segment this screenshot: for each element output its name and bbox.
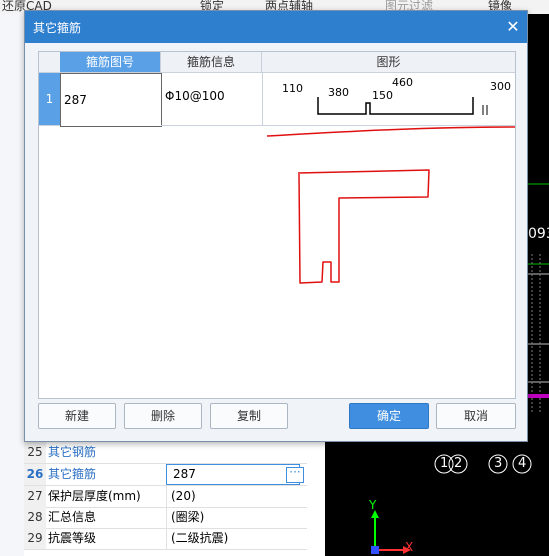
row-number: 26: [24, 464, 46, 485]
property-value[interactable]: (二级抗震): [166, 528, 311, 549]
row-number: 29: [24, 528, 46, 549]
cad-canvas-bottom[interactable]: 2100093 1 2 3 4 Y X: [325, 440, 549, 556]
cancel-button[interactable]: 取消: [436, 403, 516, 429]
row-number: 25: [24, 442, 46, 463]
property-row[interactable]: 25 其它钢筋: [24, 442, 307, 464]
axis-label-3: 3: [494, 456, 503, 471]
left-panel-strip: [0, 14, 25, 556]
row-number: 27: [24, 486, 46, 507]
new-button[interactable]: 新建: [38, 403, 116, 429]
property-value[interactable]: (圈梁): [166, 507, 311, 528]
property-row[interactable]: 29 抗震等级 (二级抗震): [24, 528, 307, 550]
ok-button[interactable]: 确定: [349, 403, 429, 429]
delete-button[interactable]: 删除: [124, 403, 202, 429]
other-stirrups-dialog: 其它箍筋 ✕ 箍筋图号 箍筋信息 图形 1 287 Φ10@100 110 38…: [24, 10, 528, 442]
property-row-selected[interactable]: 26 其它箍筋 287 ···: [24, 464, 307, 486]
y-axis-label: Y: [369, 498, 377, 512]
property-row[interactable]: 28 汇总信息 (圈梁): [24, 507, 307, 529]
stirrup-table: 箍筋图号 箍筋信息 图形 1 287 Φ10@100 110 380 460 1…: [38, 51, 516, 399]
red-annotation-sketch: [266, 126, 515, 284]
axis-label-2: 2: [454, 456, 463, 471]
axis-label-1: 1: [440, 456, 449, 471]
property-grid: 25 其它钢筋 26 其它箍筋 287 ··· 27 保护层厚度(mm) (20…: [24, 440, 325, 556]
stirrup-value-input[interactable]: 287: [166, 464, 300, 485]
more-options-icon[interactable]: ···: [286, 466, 304, 483]
property-label: 其它钢筋: [48, 445, 97, 459]
copy-button[interactable]: 复制: [210, 403, 288, 429]
row-number: 28: [24, 507, 46, 528]
property-value[interactable]: (20): [166, 486, 311, 507]
close-icon[interactable]: ✕: [503, 17, 523, 37]
property-row[interactable]: 27 保护层厚度(mm) (20): [24, 486, 307, 508]
dialog-title-bar[interactable]: 其它箍筋 ✕: [25, 11, 527, 43]
x-axis-label: X: [405, 540, 414, 554]
axis-label-4: 4: [518, 456, 527, 471]
cad-dimension-text: 093: [528, 226, 549, 242]
dialog-title: 其它箍筋: [33, 21, 82, 35]
